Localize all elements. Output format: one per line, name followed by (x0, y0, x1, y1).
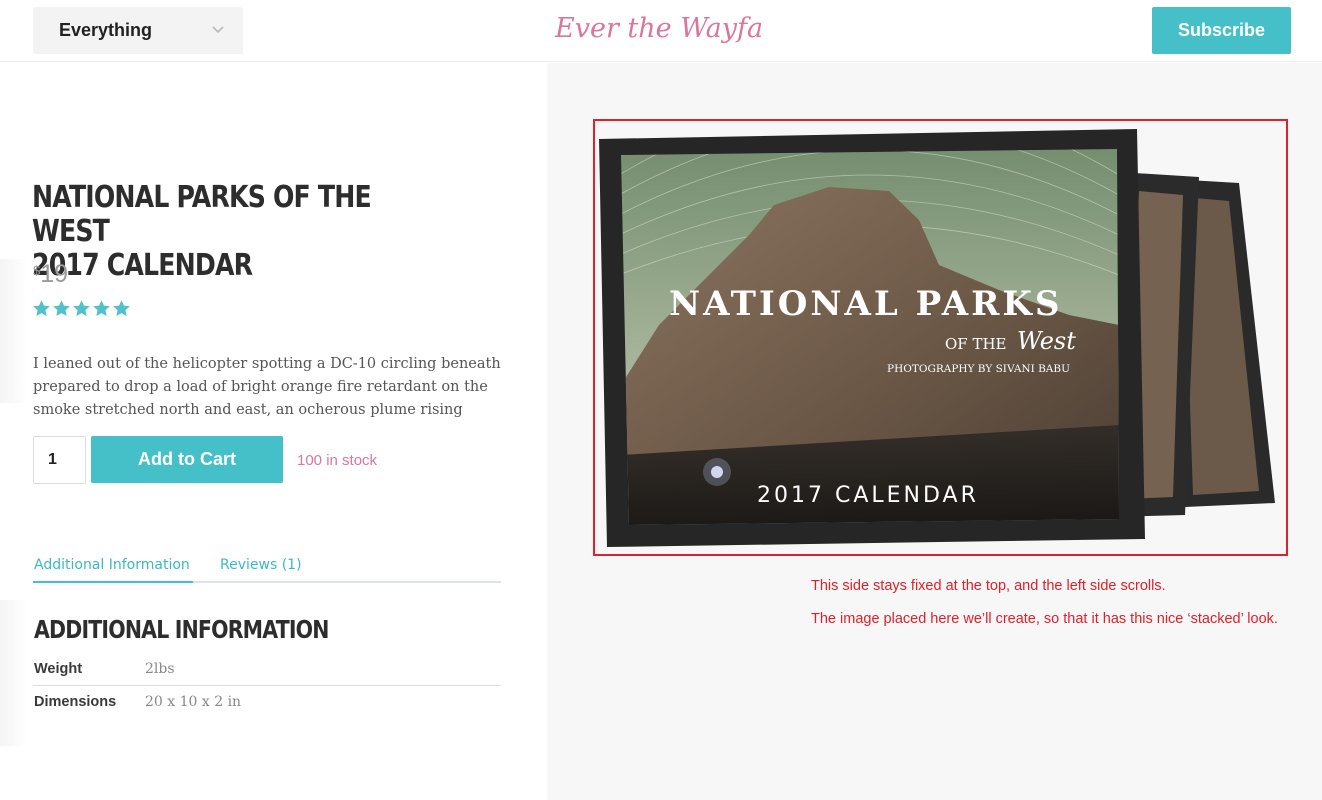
price-currency: $ (33, 263, 41, 278)
attribute-value: 20 x 10 x 2 in (145, 694, 242, 710)
product-title-line-1: NATIONAL PARKS OF THE WEST (32, 180, 372, 249)
calendar-credit: PHOTOGRAPHY BY SIVANI BABU (887, 363, 1070, 375)
tab-additional-information[interactable]: Additional Information (34, 557, 190, 573)
price-amount: 19 (40, 260, 69, 288)
image-highlight-box: NATIONAL PARKS OF THE West PHOTOGRAPHY B… (593, 119, 1288, 556)
chevron-down-icon (212, 26, 224, 34)
active-tab-indicator (33, 581, 193, 583)
site-header: Everything Ever the Wayfarer Subscribe (0, 0, 1322, 62)
product-details-panel: NATIONAL PARKS OF THE WEST 2017 CALENDAR… (0, 63, 547, 800)
subscribe-button[interactable]: Subscribe (1152, 7, 1291, 54)
star-icon (93, 300, 110, 317)
star-icon (53, 300, 70, 317)
attribute-key: Weight (34, 661, 83, 677)
calendar-title-text: NATIONAL PARKS (669, 284, 1062, 324)
attribute-key: Dimensions (34, 694, 117, 710)
attribute-value: 2lbs (145, 661, 175, 677)
annotation-note-2: The image placed here we’ll create, so t… (811, 611, 1278, 627)
additional-info-heading: ADDITIONAL INFORMATION (34, 615, 329, 644)
left-edge-shadow (0, 600, 28, 746)
calendar-subtitle-script: West (1017, 327, 1076, 355)
left-edge-shadow (0, 259, 28, 403)
annotation-note-1: This side stays fixed at the top, and th… (811, 578, 1166, 594)
star-icon (73, 300, 90, 317)
product-price: $19 (33, 260, 68, 289)
product-tabs: Additional Information Reviews (1) (33, 549, 501, 583)
add-to-cart-button[interactable]: Add to Cart (91, 436, 283, 483)
calendar-stack-image: NATIONAL PARKS OF THE West PHOTOGRAPHY B… (599, 129, 1275, 547)
logo-text: Ever the Wayfarer (554, 13, 763, 44)
star-icon (33, 300, 50, 317)
product-title: NATIONAL PARKS OF THE WEST 2017 CALENDAR (32, 181, 435, 283)
tab-reviews[interactable]: Reviews (1) (220, 557, 302, 573)
attribute-row: Dimensions 20 x 10 x 2 in (33, 686, 501, 719)
product-description: I leaned out of the helicopter spotting … (33, 356, 501, 418)
stock-status: 100 in stock (297, 452, 378, 469)
star-icon (113, 300, 130, 317)
search-scope-dropdown[interactable]: Everything (33, 7, 243, 54)
quantity-input[interactable] (33, 436, 86, 484)
site-logo[interactable]: Ever the Wayfarer (553, 3, 763, 57)
attribute-row: Weight 2lbs (33, 653, 501, 686)
front-calendar-card: NATIONAL PARKS OF THE West PHOTOGRAPHY B… (599, 129, 1145, 547)
search-scope-label: Everything (59, 20, 153, 40)
calendar-year-text: 2017 CALENDAR (757, 483, 979, 508)
product-image-panel: NATIONAL PARKS OF THE West PHOTOGRAPHY B… (547, 63, 1322, 800)
calendar-subtitle-prefix: OF THE (945, 335, 1007, 353)
star-rating (32, 299, 131, 318)
